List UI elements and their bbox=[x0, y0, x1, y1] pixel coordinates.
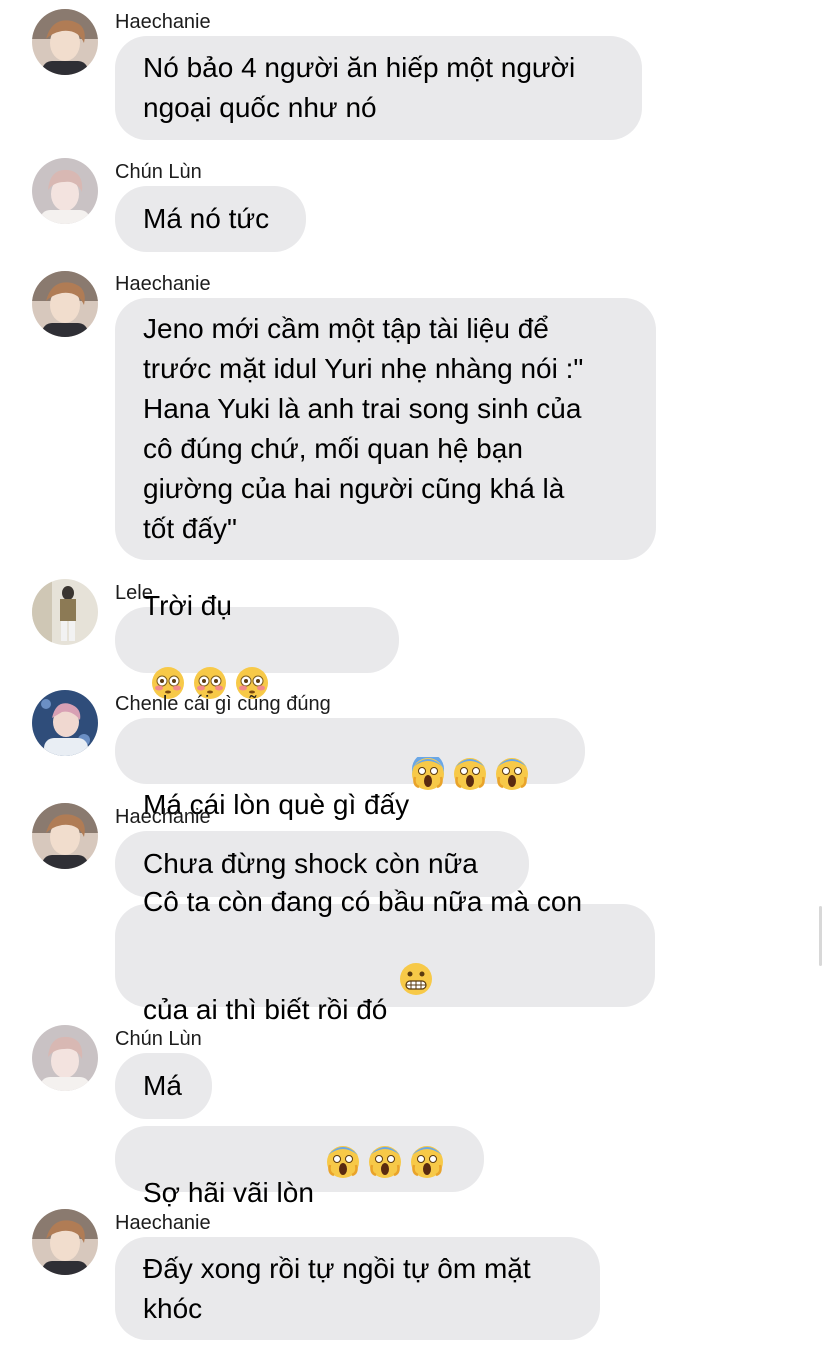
sender-name: Haechanie bbox=[115, 1212, 211, 1234]
chat-thread: Haechanie Nó bảo 4 người ăn hiếp một ngư… bbox=[0, 0, 828, 1346]
screaming-face-icon bbox=[453, 717, 487, 790]
message-text: Má cái lòn què gì đấy bbox=[143, 677, 529, 825]
screaming-face-icon bbox=[326, 1105, 360, 1178]
flushed-face-icon bbox=[235, 626, 269, 699]
scrollbar[interactable] bbox=[819, 906, 822, 966]
message-text: Cô ta còn đang có bầu nữa mà con của ai … bbox=[143, 882, 582, 1030]
message-text: Má bbox=[143, 1070, 182, 1101]
message-text: Jeno mới cầm một tập tài liệu để trước m… bbox=[143, 313, 584, 544]
avatar-haechanie[interactable] bbox=[32, 1209, 98, 1275]
message-text: Đấy xong rồi tự ngồi tự ôm mặt khóc bbox=[143, 1252, 531, 1324]
message-bubble[interactable]: Má nó tức bbox=[115, 186, 306, 252]
screaming-face-icon bbox=[368, 1105, 402, 1178]
flushed-face-icon bbox=[193, 626, 227, 699]
message-bubble[interactable]: Má cái lòn què gì đấy bbox=[115, 718, 585, 820]
screaming-face-icon bbox=[411, 717, 445, 790]
sender-name: Haechanie bbox=[115, 11, 211, 33]
message-bubble[interactable]: Cô ta còn đang có bầu nữa mà con của ai … bbox=[115, 886, 655, 1025]
avatar-chun-lun[interactable] bbox=[32, 158, 98, 224]
avatar-chun-lun[interactable] bbox=[32, 1025, 98, 1091]
message-bubble[interactable]: Jeno mới cầm một tập tài liệu để trước m… bbox=[115, 298, 656, 560]
message-text: Sợ hãi vãi lòn bbox=[143, 1105, 444, 1213]
sender-name: Chún Lùn bbox=[115, 161, 202, 183]
sender-name: Chún Lùn bbox=[115, 1028, 202, 1050]
screaming-face-icon bbox=[495, 717, 529, 790]
message-text-part: Cô ta còn đang có bầu nữa mà con của ai … bbox=[143, 885, 583, 1025]
avatar-chenle[interactable] bbox=[32, 690, 98, 756]
message-bubble[interactable]: Đấy xong rồi tự ngồi tự ôm mặt khóc bbox=[115, 1237, 600, 1340]
message-bubble[interactable]: Nó bảo 4 người ăn hiếp một người ngoại q… bbox=[115, 36, 642, 140]
grimacing-face-icon bbox=[399, 922, 433, 995]
sender-name: Haechanie bbox=[115, 273, 211, 295]
screaming-face-icon bbox=[410, 1105, 444, 1178]
avatar-haechanie[interactable] bbox=[32, 9, 98, 75]
message-bubble[interactable]: Sợ hãi vãi lòn bbox=[115, 1126, 484, 1208]
message-text: Má nó tức bbox=[143, 203, 270, 234]
message-text: Chưa đừng shock còn nữa bbox=[143, 848, 478, 879]
sender-name: Haechanie bbox=[115, 806, 211, 828]
message-text-part: Sợ hãi vãi lòn bbox=[143, 1177, 314, 1208]
flushed-face-icon bbox=[151, 626, 185, 699]
message-text: Nó bảo 4 người ăn hiếp một người ngoại q… bbox=[143, 52, 576, 123]
avatar-haechanie[interactable] bbox=[32, 803, 98, 869]
message-text-part: Trời đụ bbox=[143, 590, 232, 621]
avatar-haechanie[interactable] bbox=[32, 271, 98, 337]
avatar-lele[interactable] bbox=[32, 579, 98, 645]
message-bubble[interactable]: Trời đụ bbox=[115, 590, 399, 699]
